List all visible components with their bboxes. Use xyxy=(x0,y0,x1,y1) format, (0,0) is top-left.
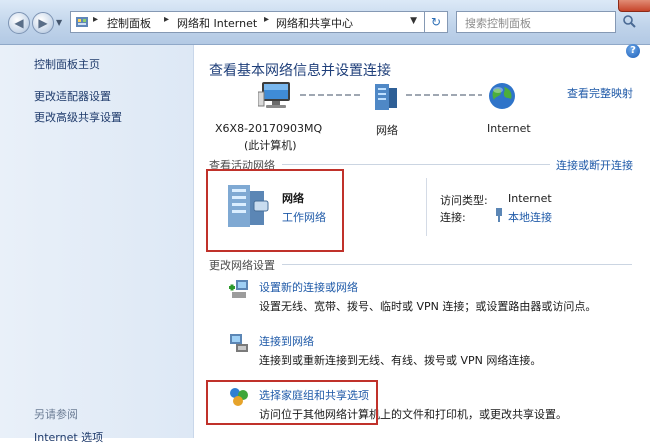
map-connector xyxy=(406,94,482,96)
breadcrumb-separator[interactable]: ▸ xyxy=(93,14,98,25)
highlight-box-active-network xyxy=(206,169,344,252)
ethernet-icon xyxy=(496,208,502,222)
network-icon xyxy=(375,84,397,110)
map-connector xyxy=(300,94,362,96)
internet-globe-icon xyxy=(489,83,515,109)
setup-new-connection-link[interactable]: 设置新的连接或网络 xyxy=(259,279,358,295)
internet-options-link[interactable]: Internet 选项 xyxy=(34,429,103,445)
connections-label: 连接: xyxy=(440,211,466,224)
new-connection-icon[interactable] xyxy=(228,278,250,300)
computer-icon xyxy=(258,82,290,108)
view-full-map-link[interactable]: 查看完整映射 xyxy=(567,85,633,101)
access-type-label: 访问类型: xyxy=(440,194,488,207)
window-close-button[interactable] xyxy=(618,0,650,12)
connect-to-network-link[interactable]: 连接到网络 xyxy=(259,333,314,349)
refresh-icon: ↻ xyxy=(430,15,442,29)
breadcrumb-network-internet[interactable]: 网络和 Internet xyxy=(177,15,257,31)
connect-or-disconnect-link[interactable]: 连接或断开连接 xyxy=(556,157,633,173)
change-advanced-sharing-link[interactable]: 更改高级共享设置 xyxy=(34,109,122,125)
breadcrumb-separator[interactable]: ▸ xyxy=(264,14,269,25)
forward-arrow-icon: ▶ xyxy=(38,16,48,30)
access-type-value: Internet xyxy=(508,192,552,205)
help-icon[interactable]: ? xyxy=(626,44,640,58)
computer-sub-label: (此计算机) xyxy=(244,139,297,152)
local-connection-link[interactable]: 本地连接 xyxy=(508,209,552,225)
search-icon[interactable] xyxy=(622,14,636,28)
page-title: 查看基本网络信息并设置连接 xyxy=(209,63,391,79)
address-bar[interactable]: ▸ 控制面板 ▸ 网络和 Internet ▸ 网络和共享中心 ▼ xyxy=(70,11,448,33)
back-arrow-icon: ◀ xyxy=(14,16,24,30)
section-divider xyxy=(282,264,632,265)
connect-to-network-desc: 连接到或重新连接到无线、有线、拨号或 VPN 网络连接。 xyxy=(259,354,542,367)
control-panel-icon xyxy=(76,17,88,27)
highlight-box-homegroup xyxy=(206,380,378,425)
setup-new-connection-desc: 设置无线、宽带、拨号、临时或 VPN 连接；或设置路由器或访问点。 xyxy=(259,300,597,313)
change-adapter-settings-link[interactable]: 更改适配器设置 xyxy=(34,88,111,104)
breadcrumb-network-sharing-center[interactable]: 网络和共享中心 xyxy=(276,15,353,31)
breadcrumb-separator[interactable]: ▸ xyxy=(164,14,169,25)
forward-button[interactable]: ▶ xyxy=(32,12,54,34)
recent-pages-dropdown[interactable]: ▼ xyxy=(56,18,62,27)
search-input[interactable]: 搜索控制面板 xyxy=(456,11,616,33)
title-bar: ◀ ▶ ▼ ▸ 控制面板 ▸ 网络和 Internet ▸ 网络和共享中心 ▼ … xyxy=(0,0,650,45)
refresh-button[interactable]: ↻ xyxy=(424,11,448,33)
section-divider xyxy=(282,164,550,165)
address-dropdown-icon[interactable]: ▼ xyxy=(410,16,417,26)
network-map-label: 网络 xyxy=(376,124,398,137)
breadcrumb-control-panel[interactable]: 控制面板 xyxy=(107,15,151,31)
see-also-heading: 另请参阅 xyxy=(34,408,78,421)
active-network-divider xyxy=(426,178,427,236)
change-settings-heading: 更改网络设置 xyxy=(209,259,275,272)
control-panel-home-link[interactable]: 控制面板主页 xyxy=(34,56,100,72)
computer-name-label: X6X8-20170903MQ xyxy=(215,122,323,135)
back-button[interactable]: ◀ xyxy=(8,12,30,34)
internet-map-label: Internet xyxy=(487,122,531,135)
connect-network-icon[interactable] xyxy=(228,332,250,354)
left-navigation-pane: 控制面板主页 更改适配器设置 更改高级共享设置 另请参阅 Internet 选项 xyxy=(0,45,194,444)
